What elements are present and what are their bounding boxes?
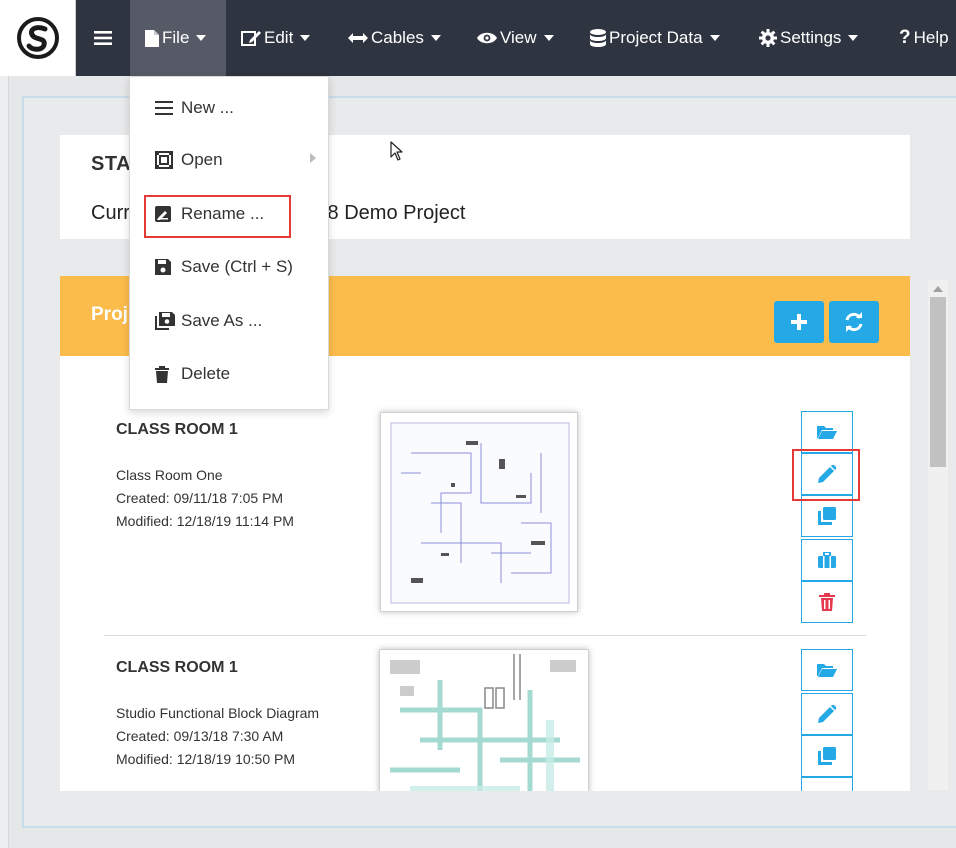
projects-title: Proj (91, 304, 128, 325)
archive-project-button[interactable] (801, 539, 853, 581)
open-icon (155, 151, 177, 169)
open-project-button[interactable] (801, 649, 853, 691)
menu-item-open[interactable]: Open (155, 147, 223, 173)
caret-down-icon (196, 35, 207, 41)
list-icon (155, 101, 177, 115)
caret-down-icon (848, 35, 859, 41)
edit-icon (241, 29, 261, 47)
trash-icon (155, 365, 177, 383)
project-name: CLASS ROOM 1 (116, 659, 238, 676)
scroll-up-arrow[interactable] (932, 284, 944, 294)
nav-file-menu[interactable]: File (130, 0, 226, 76)
rename-highlight-box (144, 195, 291, 238)
nav-edit-menu[interactable]: Edit (241, 0, 311, 76)
delete-project-button[interactable] (801, 581, 853, 623)
caret-down-icon (709, 35, 720, 41)
scroll-thumb[interactable] (930, 297, 946, 467)
gear-icon (759, 29, 777, 47)
menu-item-save-as[interactable]: Save As ... (155, 308, 262, 334)
save-as-icon (155, 312, 177, 330)
folder-open-icon (817, 426, 837, 439)
copy-icon (818, 507, 836, 525)
mouse-cursor (390, 141, 403, 166)
nav-file-label: File (162, 28, 190, 47)
project-modified: Modified: 12/18/19 10:50 PM (116, 751, 296, 767)
menu-item-label: Save (Ctrl + S) (181, 257, 293, 276)
file-dropdown-menu: New ... Open Rename ... Save (Ctrl + S) … (129, 76, 329, 410)
hamburger-icon (94, 31, 112, 45)
menu-item-label: Delete (181, 364, 231, 383)
diagram-thumbnail (390, 654, 580, 791)
arrows-h-icon (348, 32, 368, 44)
add-project-button[interactable] (774, 301, 824, 343)
refresh-icon (845, 312, 863, 332)
pencil-icon (818, 705, 836, 723)
rename-project-button[interactable] (801, 693, 853, 735)
file-icon (145, 29, 159, 47)
menu-item-label: New ... (181, 98, 234, 117)
left-edge (0, 76, 9, 848)
eye-icon (477, 31, 497, 45)
nav-cables-label: Cables (371, 28, 424, 47)
status-current-project: .8 Demo Project (322, 202, 466, 224)
nav-settings-label: Settings (780, 28, 842, 47)
project-modified: Modified: 12/18/19 11:14 PM (116, 513, 294, 529)
menu-item-save[interactable]: Save (Ctrl + S) (155, 254, 293, 280)
question-icon: ? (899, 27, 911, 48)
menu-item-label: Open (181, 150, 223, 169)
submenu-arrow-icon (310, 150, 316, 168)
database-icon (590, 29, 606, 47)
nav-project-data-menu[interactable]: Project Data (590, 0, 720, 76)
project-thumbnail[interactable] (379, 649, 589, 791)
nav-help-menu[interactable]: ? Help (899, 0, 949, 76)
project-description: Class Room One (116, 467, 223, 483)
menu-item-delete[interactable]: Delete (155, 361, 230, 387)
folder-open-icon (817, 664, 837, 677)
plus-icon (791, 314, 807, 330)
caret-down-icon (543, 35, 554, 41)
cursor-arrow-icon (390, 141, 403, 161)
nav-settings-menu[interactable]: Settings (759, 0, 859, 76)
refresh-projects-button[interactable] (829, 301, 879, 343)
trash-icon (819, 593, 835, 611)
nav-cables-menu[interactable]: Cables (348, 0, 441, 76)
nav-view-menu[interactable]: View (477, 0, 554, 76)
project-thumbnail[interactable] (380, 412, 578, 612)
project-created: Created: 09/13/18 7:30 AM (116, 728, 284, 744)
briefcase-icon (818, 552, 836, 568)
copy-icon (818, 747, 836, 765)
nav-view-label: View (500, 28, 537, 47)
nav-help-label: Help (913, 28, 949, 47)
project-description: Studio Functional Block Diagram (116, 705, 320, 721)
logo-icon (16, 17, 59, 59)
save-icon (155, 259, 177, 275)
archive-project-button[interactable] (801, 777, 853, 791)
project-created: Created: 09/11/18 7:05 PM (116, 490, 284, 506)
duplicate-project-button[interactable] (801, 735, 853, 777)
menu-item-new[interactable]: New ... (155, 95, 234, 121)
status-title: STA (91, 153, 132, 175)
duplicate-project-button[interactable] (801, 495, 853, 537)
open-project-button[interactable] (801, 411, 853, 453)
diagram-thumbnail (390, 422, 570, 604)
menu-item-label: Save As ... (181, 311, 263, 330)
caret-down-icon (300, 35, 311, 41)
top-navbar: File Edit Cables View Project Data Setti… (0, 0, 956, 76)
caret-down-icon (430, 35, 441, 41)
nav-project-data-label: Project Data (609, 28, 703, 47)
edit-button-highlight-box (792, 449, 860, 501)
status-current-label: Curr (91, 202, 130, 224)
row-divider (104, 635, 866, 636)
caret-up-icon (933, 286, 943, 292)
nav-edit-label: Edit (264, 28, 294, 47)
app-logo[interactable] (0, 0, 76, 76)
project-name: CLASS ROOM 1 (116, 421, 238, 438)
hamburger-menu-button[interactable] (80, 0, 126, 76)
